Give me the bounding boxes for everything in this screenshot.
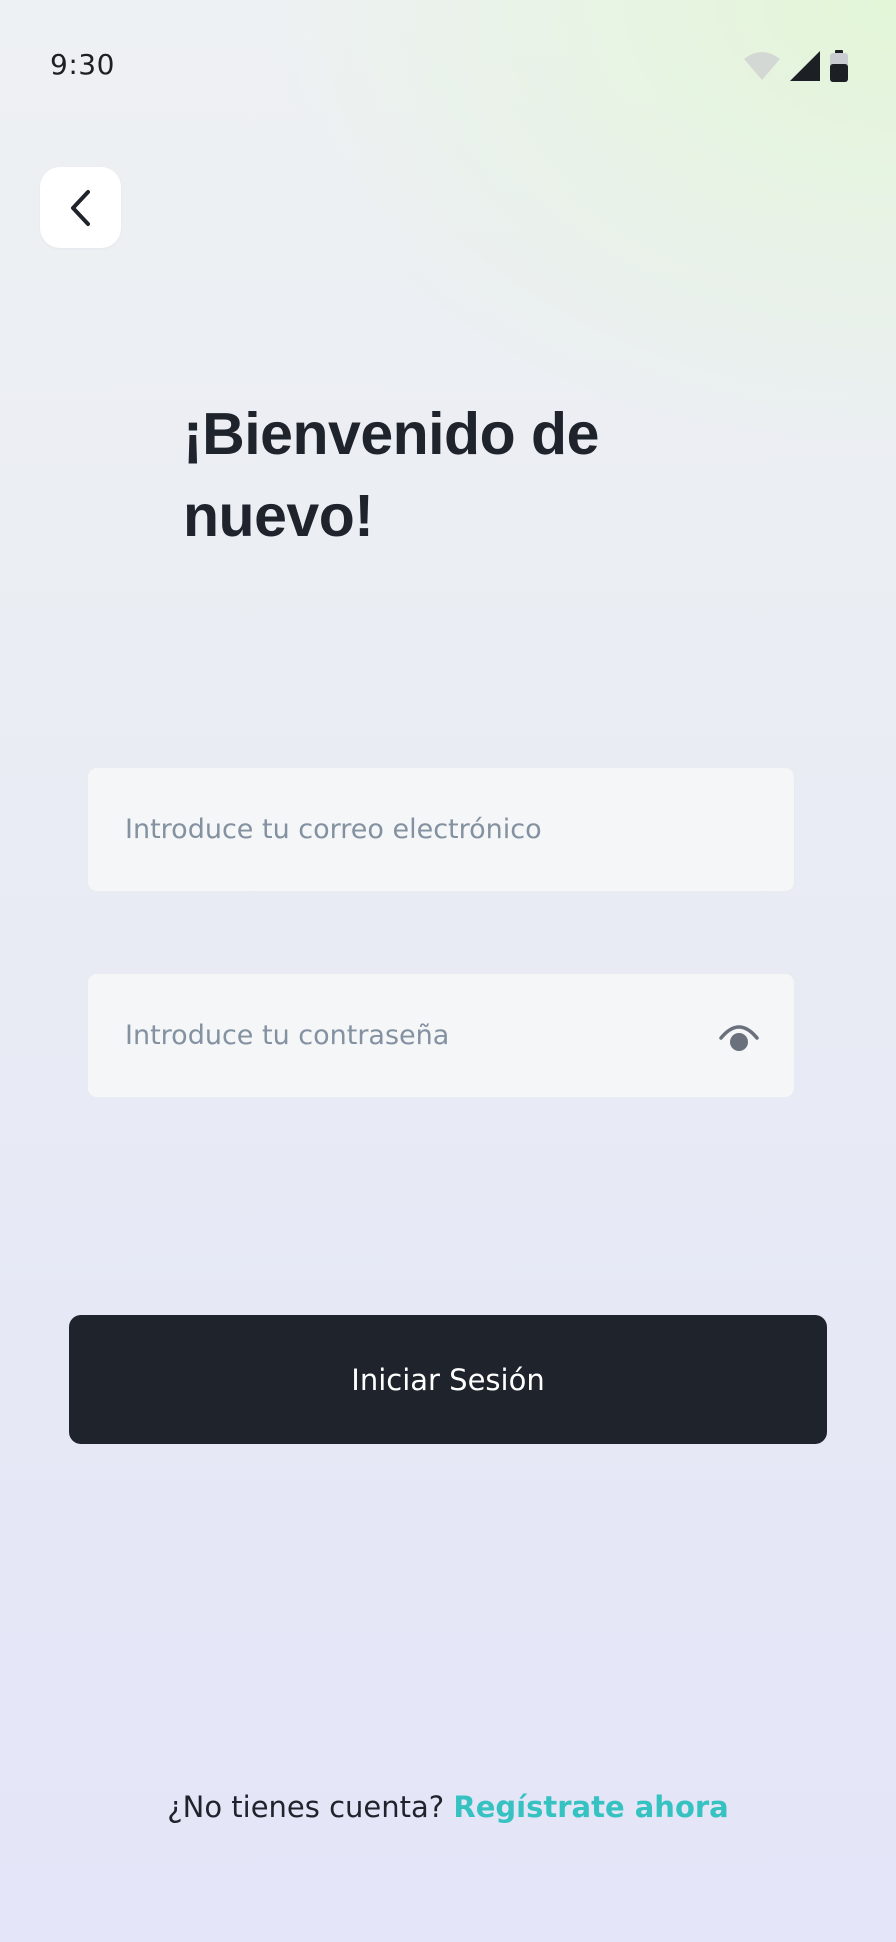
password-field[interactable] xyxy=(88,974,794,1097)
login-button[interactable]: Iniciar Sesión xyxy=(69,1315,827,1444)
page-title: ¡Bienvenido de nuevo! xyxy=(183,401,599,549)
password-field-container xyxy=(87,973,795,1098)
register-link[interactable]: Regístrate ahora xyxy=(453,1790,728,1824)
chevron-left-icon xyxy=(70,189,90,226)
email-field-container xyxy=(87,767,795,892)
login-screen: 9:30 ¡Bienvenido de nuevo! Introduce tu … xyxy=(0,0,896,1942)
signal-icon xyxy=(790,51,820,85)
battery-icon xyxy=(830,50,848,86)
email-field[interactable] xyxy=(88,768,794,891)
back-button[interactable] xyxy=(40,167,121,248)
status-icons xyxy=(744,50,848,86)
eye-icon[interactable] xyxy=(718,1020,760,1054)
wifi-icon xyxy=(744,51,780,85)
register-prompt: ¿No tienes cuenta? Regístrate ahora xyxy=(0,1790,896,1824)
status-time: 9:30 xyxy=(50,48,115,81)
register-prompt-text: ¿No tienes cuenta? xyxy=(167,1790,445,1824)
